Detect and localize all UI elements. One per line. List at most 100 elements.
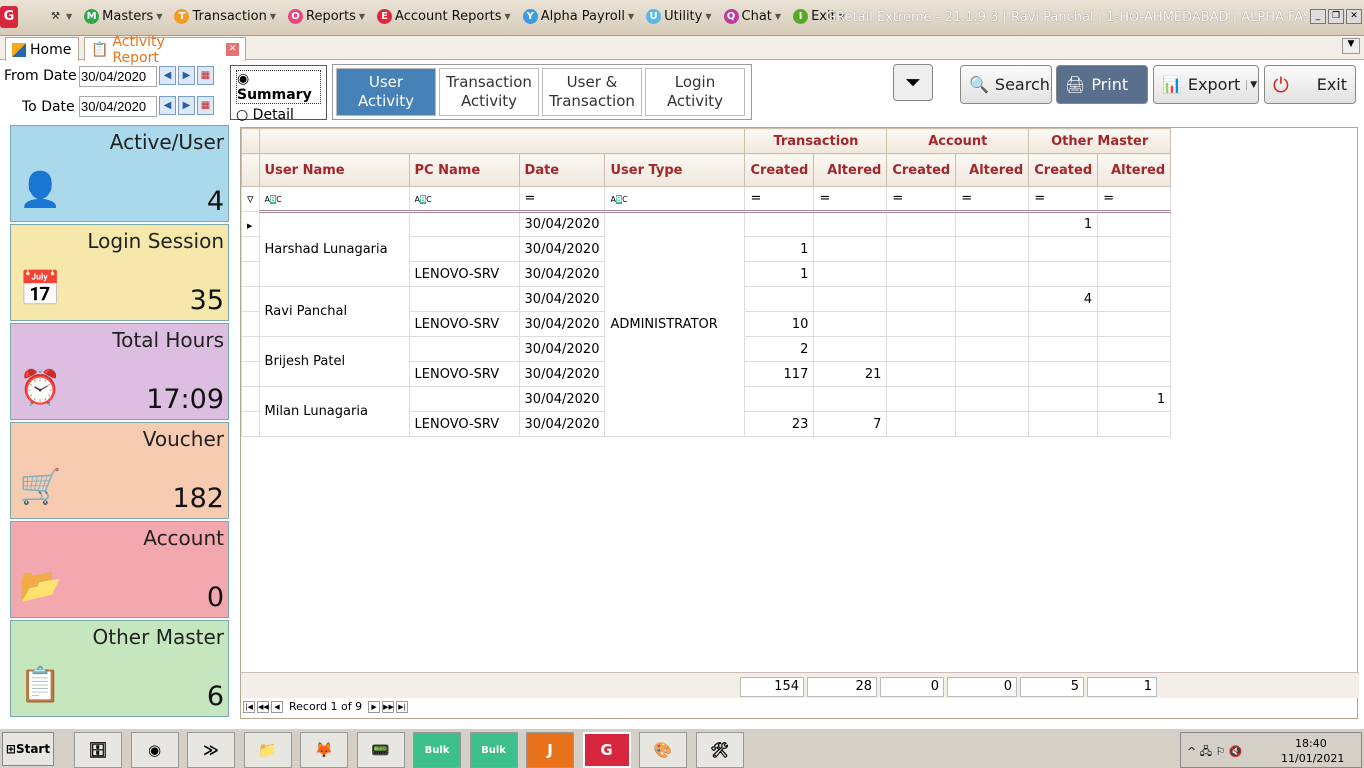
calendar-icon[interactable]: ▦ (197, 66, 214, 85)
column-header[interactable]: Created (1028, 153, 1099, 187)
column-header[interactable]: Altered (955, 153, 1030, 187)
taskbar-app-9[interactable]: G (582, 732, 631, 768)
tile-active-user[interactable]: Active/User 👤 4 (10, 125, 229, 222)
filter-cell[interactable]: = (813, 186, 888, 213)
row-indicator[interactable] (241, 261, 260, 287)
tile-account[interactable]: Account 📂 0 (10, 521, 229, 618)
filter-cell[interactable]: = (1097, 186, 1172, 213)
column-header[interactable]: Altered (1097, 153, 1172, 187)
column-header[interactable]: User Name (258, 153, 410, 187)
filter-cell[interactable]: = (955, 186, 1030, 213)
row-indicator[interactable] (241, 411, 260, 437)
filter-cell[interactable]: ABC (258, 186, 410, 213)
taskbar-app-11[interactable]: 🛠 (695, 732, 744, 768)
tile-voucher[interactable]: Voucher 🛒 182 (10, 422, 229, 519)
tile-total-hours[interactable]: Total Hours ⏰ 17:09 (10, 323, 229, 420)
start-button[interactable]: ⊞Start (2, 732, 54, 766)
tab-dropdown-button[interactable]: ▼ (1342, 38, 1360, 54)
radio-summary[interactable]: ◉ Summary (236, 70, 321, 104)
view-tab-3[interactable]: Login Activity (645, 68, 745, 116)
taskbar-app-4[interactable]: 🦊 (300, 732, 348, 768)
minimize-button[interactable]: _ (1310, 9, 1326, 24)
next-record-button[interactable]: ▶ (368, 700, 381, 713)
export-button[interactable]: 📊 Export ▼ (1153, 65, 1259, 104)
menu-transaction[interactable]: T Transaction ▼ (174, 9, 276, 24)
menu-alpha-payroll[interactable]: Y Alpha Payroll ▼ (522, 9, 634, 24)
taskbar-app-3[interactable]: 📁 (243, 732, 292, 768)
prev-record-button[interactable]: ◀ (271, 700, 283, 713)
tray-icons[interactable]: ^ 🖧 ⚐ 🔇 (1187, 743, 1243, 762)
filter-cell[interactable]: ABC (604, 186, 746, 213)
menu-reports[interactable]: O Reports ▼ (288, 9, 365, 24)
search-button[interactable]: 🔍 Search (960, 65, 1052, 104)
taskbar-app-0[interactable]: 🗄 (74, 732, 122, 768)
filter-cell[interactable]: = (744, 186, 815, 213)
row-indicator[interactable] (241, 286, 260, 312)
view-tab-1[interactable]: Transaction Activity (439, 68, 539, 116)
menu-masters[interactable]: M Masters ▼ (84, 9, 162, 24)
column-header[interactable]: Date (518, 153, 606, 187)
filter-cell[interactable]: = (518, 186, 606, 213)
close-button[interactable]: ✕ (1346, 9, 1362, 24)
home-icon (12, 42, 26, 57)
filter-button[interactable]: ⏷ (893, 64, 933, 101)
menu-utility[interactable]: U Utility ▼ (646, 9, 712, 24)
taskbar: ⊞Start 🗄 ◉ ≫ 📁 🦊 📟 Bulk Bulk J G 🎨 🛠 ^ 🖧 ⚐ 🔇 18:40 … (0, 727, 1364, 768)
table-row[interactable]: ▶ Harshad Lunagaria 30/04/2020 ADMINISTRATO… (241, 211, 1172, 437)
chevron-down-icon[interactable]: ▼ (1246, 79, 1257, 90)
radio-detail[interactable]: ○ Detail (236, 107, 321, 123)
column-header[interactable]: PC Name (408, 153, 520, 187)
taskbar-app-10[interactable]: 🎨 (639, 732, 687, 768)
tile-title: Login Session (87, 229, 224, 253)
row-indicator[interactable] (241, 236, 260, 262)
next-date-button[interactable]: ▶ (178, 96, 195, 115)
column-header[interactable]: Created (744, 153, 815, 187)
row-indicator[interactable] (241, 386, 260, 412)
print-button[interactable]: 🖨 Print (1056, 65, 1148, 104)
mode-radio-group: ◉ Summary ○ Detail (230, 65, 327, 123)
tab-activity-report[interactable]: 📋 Activity Report ✕ (84, 34, 246, 66)
prev-page-button[interactable]: ◀◀ (257, 700, 269, 713)
next-page-button[interactable]: ▶▶ (382, 700, 395, 713)
tile-login-session[interactable]: Login Session 📅 35 (10, 224, 229, 321)
row-indicator[interactable] (241, 336, 260, 362)
column-header[interactable]: Created (886, 153, 957, 187)
last-record-button[interactable]: ▶| (396, 700, 409, 713)
next-date-button[interactable]: ▶ (178, 66, 195, 85)
to-date-input[interactable] (79, 96, 157, 117)
filter-cell[interactable]: = (1028, 186, 1099, 213)
app-logo[interactable]: G (0, 6, 18, 28)
count-cell (955, 411, 1030, 437)
row-indicator[interactable] (241, 361, 260, 387)
taskbar-app-1[interactable]: ◉ (130, 732, 179, 768)
menu-account-reports[interactable]: E Account Reports ▼ (377, 9, 511, 24)
menu-tools[interactable]: ⚒ ▼ (48, 9, 72, 24)
tile-other-master[interactable]: Other Master 📋 6 (10, 620, 229, 717)
filter-icon[interactable]: ▿ (241, 186, 260, 212)
exit-button[interactable]: ⏻ Exit (1264, 65, 1356, 104)
filter-cell[interactable]: = (886, 186, 957, 213)
view-tab-2[interactable]: User & Transaction (542, 68, 642, 116)
from-date-input[interactable] (79, 66, 157, 87)
restore-button[interactable]: ❐ (1328, 9, 1344, 24)
menu-chat[interactable]: Q Chat ▼ (723, 9, 781, 24)
prev-date-button[interactable]: ◀ (159, 96, 176, 115)
column-header[interactable]: User Type (604, 153, 746, 187)
tab-home[interactable]: Home (5, 37, 79, 61)
column-header[interactable]: Altered (813, 153, 888, 187)
taskbar-app-8[interactable]: J (526, 732, 574, 768)
count-cell (886, 361, 957, 387)
calendar-icon[interactable]: ▦ (197, 96, 214, 115)
first-record-button[interactable]: |◀ (243, 700, 255, 713)
taskbar-app-6[interactable]: Bulk (413, 732, 461, 768)
row-indicator[interactable]: ▶ (241, 211, 260, 237)
taskbar-app-2[interactable]: ≫ (187, 732, 235, 768)
prev-date-button[interactable]: ◀ (159, 66, 176, 85)
filter-cell[interactable]: ABC (408, 186, 520, 213)
taskbar-app-5[interactable]: 📟 (356, 732, 405, 768)
chevron-down-icon: ▼ (504, 12, 511, 21)
row-indicator[interactable] (241, 311, 260, 337)
close-tab-icon[interactable]: ✕ (226, 43, 239, 56)
view-tab-0[interactable]: User Activity (336, 68, 436, 116)
taskbar-app-7[interactable]: Bulk (469, 732, 518, 768)
